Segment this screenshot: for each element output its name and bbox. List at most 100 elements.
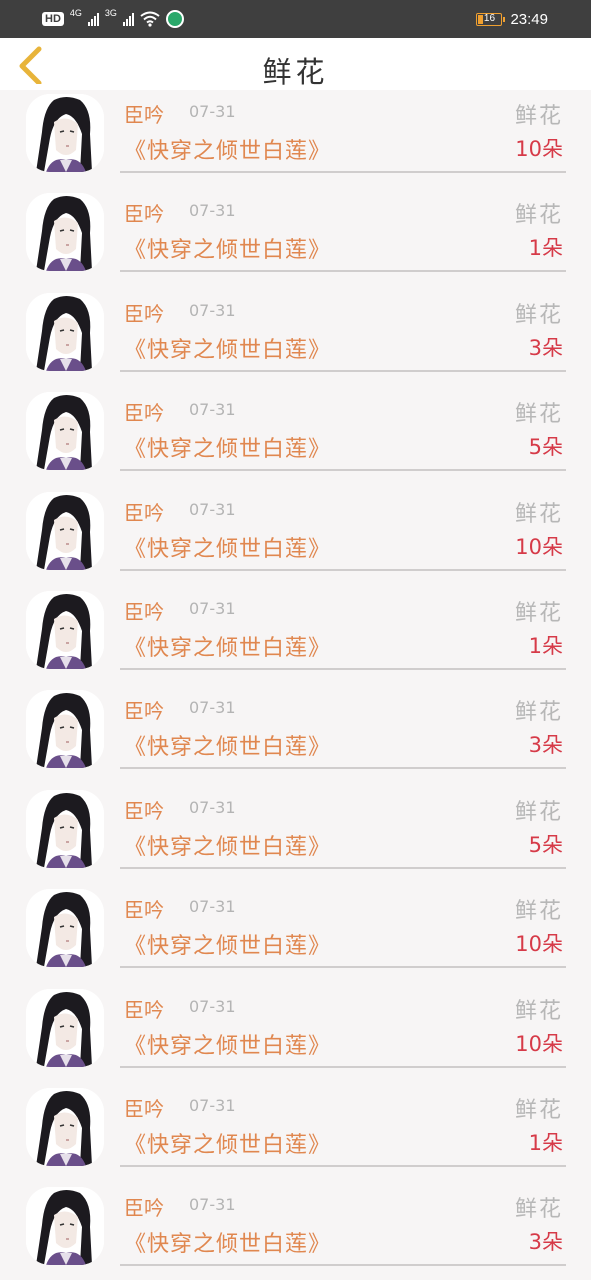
- user-name: 臣吟: [124, 301, 164, 326]
- book-title[interactable]: 《快穿之倾世白莲》: [124, 1226, 331, 1258]
- item-date: 07-31: [189, 300, 236, 320]
- signal-icon: [87, 12, 99, 26]
- book-title[interactable]: 《快穿之倾世白莲》: [124, 232, 331, 264]
- gift-type: 鲜花: [514, 998, 563, 1024]
- avatar[interactable]: [26, 292, 104, 371]
- list-item[interactable]: 臣吟 07-31 鲜花 《快穿之倾世白莲》 10朵: [0, 969, 591, 1068]
- avatar-image: [26, 590, 104, 669]
- user-name: 臣吟: [124, 599, 164, 624]
- avatar[interactable]: [26, 94, 104, 172]
- list-item[interactable]: 臣吟 07-31 鲜花 《快穿之倾世白莲》 1朵: [0, 1068, 591, 1167]
- avatar-image: [26, 1087, 104, 1166]
- avatar-image: [26, 491, 104, 570]
- user-name: 臣吟: [124, 1096, 164, 1121]
- list-item[interactable]: 臣吟 07-31 鲜花 《快穿之倾世白莲》 1朵: [0, 173, 591, 273]
- gift-count: 3朵: [528, 335, 563, 360]
- user-name: 臣吟: [124, 500, 164, 525]
- avatar-image: [26, 690, 104, 769]
- divider: [120, 1264, 566, 1267]
- list-item[interactable]: 臣吟 07-31 鲜花 《快穿之倾世白莲》 5朵: [0, 372, 591, 472]
- gift-count: 1朵: [528, 633, 563, 658]
- list-item[interactable]: 臣吟 07-31 鲜花 《快穿之倾世白莲》 3朵: [0, 273, 591, 372]
- list-item[interactable]: 臣吟 07-31 鲜花 《快穿之倾世白莲》 10朵: [0, 472, 591, 571]
- network-3g-label: 3G: [104, 8, 117, 18]
- user-name: 臣吟: [124, 202, 164, 227]
- book-title[interactable]: 《快穿之倾世白莲》: [124, 1127, 331, 1159]
- avatar-image: [26, 392, 104, 471]
- item-date: 07-31: [189, 499, 236, 519]
- gift-count: 10朵: [515, 1031, 563, 1056]
- book-title[interactable]: 《快穿之倾世白莲》: [124, 829, 331, 861]
- avatar[interactable]: [26, 988, 104, 1067]
- gift-count: 10朵: [515, 932, 563, 957]
- gift-type: 鲜花: [514, 600, 563, 626]
- item-date: 07-31: [189, 996, 236, 1016]
- gift-type: 鲜花: [514, 302, 563, 328]
- item-date: 07-31: [189, 897, 236, 917]
- item-date: 07-31: [189, 400, 236, 420]
- battery-icon: 16: [476, 12, 506, 26]
- book-title[interactable]: 《快穿之倾世白莲》: [124, 928, 331, 960]
- item-date: 07-31: [189, 598, 236, 618]
- gift-type: 鲜花: [514, 1197, 563, 1223]
- book-title[interactable]: 《快穿之倾世白莲》: [124, 332, 331, 364]
- avatar[interactable]: [26, 193, 104, 272]
- list-item[interactable]: 臣吟 07-31 鲜花 《快穿之倾世白莲》 10朵: [0, 90, 591, 173]
- title-bar: 鲜花: [0, 38, 591, 90]
- user-name: 臣吟: [124, 1196, 164, 1221]
- gift-count: 5朵: [528, 435, 563, 460]
- avatar-image: [26, 789, 104, 868]
- gift-count: 10朵: [515, 534, 563, 559]
- status-bar: HD 4G 3G 16 23:49: [0, 0, 591, 38]
- network-4g-label: 4G: [69, 8, 82, 18]
- list-item[interactable]: 臣吟 07-31 鲜花 《快穿之倾世白莲》 10朵: [0, 869, 591, 969]
- avatar-image: [26, 889, 104, 968]
- gift-count: 10朵: [515, 137, 563, 161]
- avatar[interactable]: [26, 392, 104, 471]
- app-notification-icon: [165, 10, 184, 28]
- gift-type: 鲜花: [514, 700, 563, 726]
- book-title[interactable]: 《快穿之倾世白莲》: [124, 1028, 331, 1060]
- gift-type: 鲜花: [514, 1097, 563, 1123]
- gift-count: 1朵: [528, 1130, 563, 1155]
- page-title: 鲜花: [262, 55, 329, 89]
- avatar-image: [26, 94, 104, 172]
- avatar[interactable]: [26, 889, 104, 968]
- gift-count: 3朵: [528, 1230, 563, 1255]
- item-date: 07-31: [189, 698, 236, 718]
- battery-level: 16: [483, 12, 496, 24]
- user-name: 臣吟: [124, 401, 164, 426]
- gift-record-list[interactable]: 臣吟 07-31 鲜花 《快穿之倾世白莲》 10朵 臣吟 07-31 鲜花 《快…: [0, 90, 591, 1280]
- gift-count: 1朵: [528, 236, 563, 261]
- gift-type: 鲜花: [514, 402, 563, 428]
- book-title[interactable]: 《快穿之倾世白莲》: [124, 729, 331, 761]
- item-date: 07-31: [189, 102, 236, 121]
- item-date: 07-31: [189, 201, 236, 221]
- book-title[interactable]: 《快穿之倾世白莲》: [124, 531, 331, 563]
- avatar-image: [26, 292, 104, 371]
- list-item[interactable]: 臣吟 07-31 鲜花 《快穿之倾世白莲》 3朵: [0, 1167, 591, 1267]
- avatar[interactable]: [26, 1187, 104, 1266]
- gift-type: 鲜花: [514, 203, 563, 229]
- avatar[interactable]: [26, 491, 104, 570]
- list-item[interactable]: 臣吟 07-31 鲜花 《快穿之倾世白莲》 3朵: [0, 670, 591, 770]
- status-right: 16 23:49: [476, 8, 548, 30]
- hd-badge: HD: [42, 12, 64, 26]
- avatar-image: [26, 193, 104, 272]
- book-title[interactable]: 《快穿之倾世白莲》: [124, 431, 331, 463]
- gift-count: 5朵: [528, 832, 563, 857]
- avatar[interactable]: [26, 789, 104, 868]
- list-item[interactable]: 臣吟 07-31 鲜花 《快穿之倾世白莲》 1朵: [0, 571, 591, 670]
- avatar[interactable]: [26, 690, 104, 769]
- item-date: 07-31: [189, 797, 236, 817]
- user-name: 臣吟: [124, 798, 164, 823]
- book-title[interactable]: 《快穿之倾世白莲》: [124, 630, 331, 662]
- book-title[interactable]: 《快穿之倾世白莲》: [124, 133, 331, 165]
- gift-type: 鲜花: [514, 104, 563, 129]
- avatar[interactable]: [26, 1087, 104, 1166]
- item-date: 07-31: [189, 1095, 236, 1115]
- avatar[interactable]: [26, 590, 104, 669]
- gift-type: 鲜花: [514, 899, 563, 925]
- list-item[interactable]: 臣吟 07-31 鲜花 《快穿之倾世白莲》 5朵: [0, 770, 591, 869]
- user-name: 臣吟: [124, 699, 164, 724]
